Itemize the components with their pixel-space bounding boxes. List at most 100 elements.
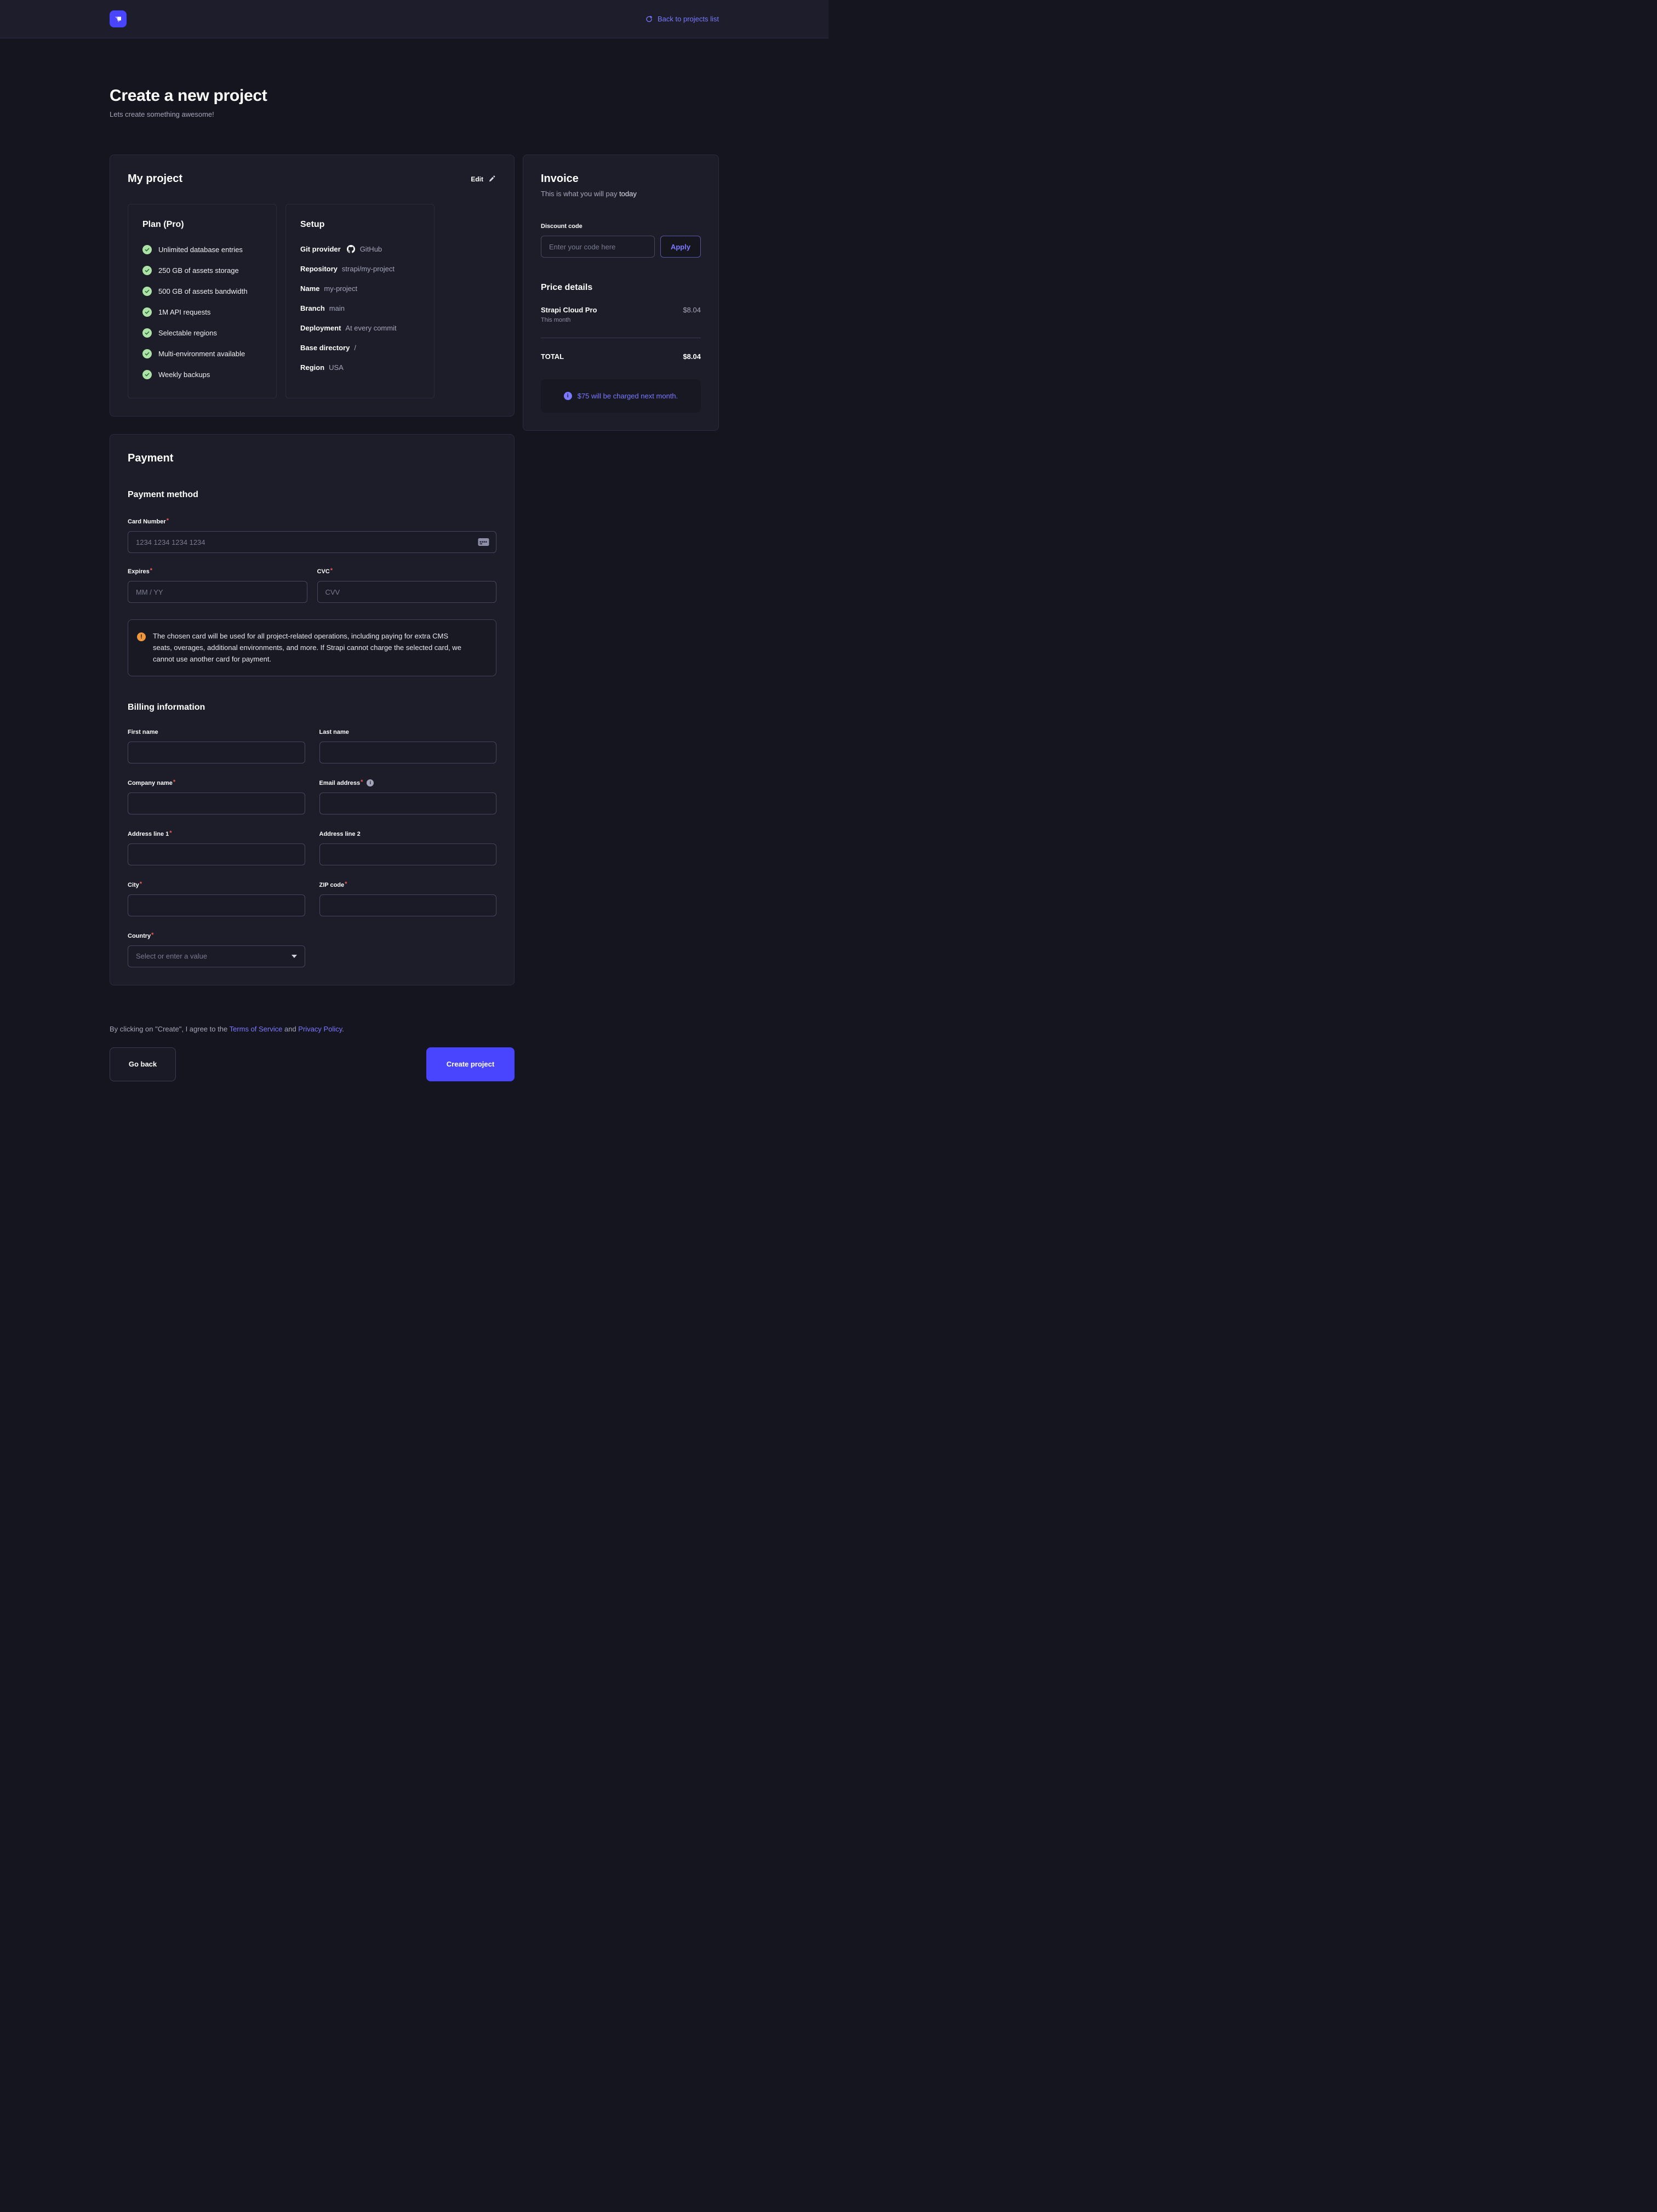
zip-code-input[interactable] [319, 894, 497, 916]
price-item-amount: $8.04 [683, 306, 701, 314]
invoice-total-row: TOTAL $8.04 [541, 352, 701, 361]
last-name-label: Last name [319, 729, 349, 736]
expires-input[interactable] [128, 581, 307, 603]
setup-row-region: Region USA [300, 363, 420, 372]
plan-feature-item: Multi-environment available [142, 349, 262, 358]
total-label: TOTAL [541, 352, 564, 361]
next-month-charge-text: $75 will be charged next month. [578, 392, 678, 400]
plan-feature-item: Weekly backups [142, 370, 262, 379]
credit-card-icon [478, 538, 489, 546]
setup-row-label: Git provider [300, 245, 341, 253]
discount-code-input[interactable] [541, 236, 655, 258]
card-usage-notice: ! The chosen card will be used for all p… [128, 619, 496, 676]
setup-row-label: Branch [300, 304, 325, 312]
plan-feature-label: Selectable regions [158, 329, 217, 337]
strapi-logo[interactable] [110, 10, 127, 27]
card-usage-notice-text: The chosen card will be used for all pro… [153, 630, 468, 665]
next-month-charge-note: i $75 will be charged next month. [541, 379, 701, 413]
required-asterisk: * [150, 568, 152, 574]
company-name-label: Company name* [128, 780, 175, 786]
country-select-placeholder: Select or enter a value [136, 952, 207, 960]
privacy-policy-link[interactable]: Privacy Policy [298, 1025, 342, 1033]
info-icon[interactable]: i [367, 779, 374, 786]
price-line-item: Strapi Cloud Pro $8.04 [541, 306, 701, 314]
chevron-down-icon [292, 955, 297, 958]
strapi-logo-icon [113, 14, 123, 24]
expires-label: Expires* [128, 568, 152, 575]
my-project-title: My project [128, 173, 182, 185]
email-address-label: Email address*i [319, 780, 374, 787]
setup-row-base-directory: Base directory / [300, 344, 420, 352]
setup-row-repository: Repository strapi/my-project [300, 265, 420, 273]
plan-feature-label: 250 GB of assets storage [158, 266, 239, 275]
required-asterisk: * [140, 881, 142, 887]
apply-discount-button[interactable]: Apply [660, 236, 701, 258]
plan-feature-label: Weekly backups [158, 370, 210, 379]
setup-row-label: Base directory [300, 344, 350, 352]
check-icon [142, 245, 152, 254]
setup-box: Setup Git provider GitHub Repository [285, 204, 435, 398]
setup-row-label: Repository [300, 265, 338, 273]
country-select[interactable]: Select or enter a value [128, 945, 305, 967]
plan-feature-item: Selectable regions [142, 328, 262, 338]
check-icon [142, 370, 152, 379]
plan-feature-label: 1M API requests [158, 308, 210, 316]
back-link-label: Back to projects list [658, 15, 719, 23]
zip-code-label: ZIP code* [319, 882, 347, 888]
price-item-name: Strapi Cloud Pro [541, 306, 597, 314]
my-project-card: My project Edit Plan (Pro) [110, 155, 515, 417]
setup-row-value: my-project [324, 284, 357, 293]
payment-title: Payment [128, 452, 496, 465]
required-asterisk: * [361, 779, 363, 785]
invoice-title: Invoice [541, 173, 701, 185]
payment-card: Payment Payment method Card Number* [110, 434, 515, 985]
required-asterisk: * [330, 568, 333, 574]
card-number-input[interactable] [128, 531, 496, 553]
required-asterisk: * [167, 518, 169, 524]
setup-row-label: Name [300, 284, 319, 293]
setup-row-value: / [354, 344, 356, 352]
company-name-input[interactable] [128, 793, 305, 814]
discount-code-label: Discount code [541, 223, 582, 230]
check-icon [142, 349, 152, 358]
back-to-projects-link[interactable]: Back to projects list [645, 15, 719, 23]
email-address-input[interactable] [319, 793, 497, 814]
plan-feature-item: 500 GB of assets bandwidth [142, 287, 262, 296]
back-arrow-icon [645, 15, 653, 22]
plan-feature-item: 1M API requests [142, 307, 262, 317]
setup-title: Setup [300, 220, 420, 230]
setup-row-deployment: Deployment At every commit [300, 324, 420, 332]
country-label: Country* [128, 933, 153, 939]
go-back-button[interactable]: Go back [110, 1047, 176, 1081]
main-content: Create a new project Lets create somethi… [110, 87, 719, 1158]
setup-row-label: Deployment [300, 324, 341, 332]
check-icon [142, 307, 152, 317]
last-name-input[interactable] [319, 742, 497, 763]
plan-feature-list: Unlimited database entries 250 GB of ass… [142, 245, 262, 379]
cvc-input[interactable] [317, 581, 497, 603]
setup-row-branch: Branch main [300, 304, 420, 312]
plan-feature-label: Unlimited database entries [158, 246, 243, 254]
warning-icon: ! [137, 632, 146, 641]
plan-feature-label: Multi-environment available [158, 350, 245, 358]
cvc-label: CVC* [317, 568, 333, 575]
agreement-text: By clicking on "Create", I agree to the … [110, 1025, 719, 1033]
invoice-card: Invoice This is what you will pay today … [523, 155, 719, 431]
address-line-2-input[interactable] [319, 843, 497, 865]
price-item-period: This month [541, 317, 701, 323]
setup-list: Git provider GitHub Repository strapi/my… [300, 245, 420, 372]
plan-box: Plan (Pro) Unlimited database entries 25… [128, 204, 277, 398]
terms-of-service-link[interactable]: Terms of Service [230, 1025, 283, 1033]
address-line-1-input[interactable] [128, 843, 305, 865]
create-project-button[interactable]: Create project [426, 1047, 515, 1081]
check-icon [142, 328, 152, 338]
setup-row-label: Region [300, 363, 324, 372]
invoice-subtitle: This is what you will pay today [541, 190, 701, 198]
plan-feature-label: 500 GB of assets bandwidth [158, 287, 248, 295]
billing-information-heading: Billing information [128, 703, 496, 712]
first-name-input[interactable] [128, 742, 305, 763]
city-input[interactable] [128, 894, 305, 916]
required-asterisk: * [173, 779, 175, 785]
edit-project-button[interactable]: Edit [470, 173, 496, 185]
setup-row-value: main [329, 304, 345, 312]
